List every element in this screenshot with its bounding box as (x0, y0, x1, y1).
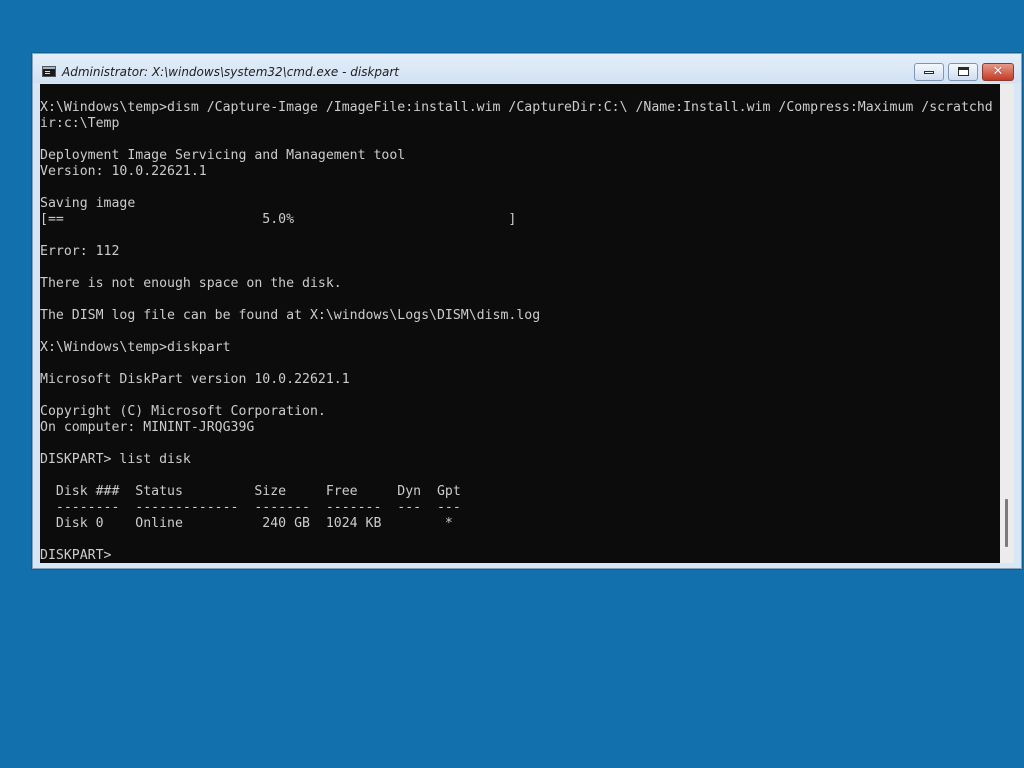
console-line: Version: 10.0.22621.1 (40, 164, 207, 179)
console-text: X:\Windows\temp>dism /Capture-Image /Ima… (40, 100, 993, 563)
maximize-button[interactable] (948, 63, 978, 81)
command-line: DISKPART> list disk (40, 452, 191, 467)
log-path-line: The DISM log file can be found at X:\win… (40, 308, 541, 323)
cmd-icon[interactable] (42, 66, 56, 77)
console-line: Copyright (C) Microsoft Corporation. (40, 404, 326, 419)
close-button[interactable]: ✕ (982, 63, 1014, 81)
disk-table-separator: -------- ------------- ------- ------- -… (40, 500, 461, 515)
error-code-line: Error: 112 (40, 244, 120, 259)
disk-table-row: Disk 0 Online 240 GB 1024 KB * (40, 516, 453, 531)
console-line: Saving image (40, 196, 136, 211)
command-line: X:\Windows\temp>diskpart (40, 340, 231, 355)
console-line: Microsoft DiskPart version 10.0.22621.1 (40, 372, 350, 387)
error-message-line: There is not enough space on the disk. (40, 276, 342, 291)
close-icon: ✕ (992, 64, 1004, 79)
minimize-button[interactable] (914, 63, 944, 81)
scrollbar-thumb[interactable] (1005, 499, 1008, 547)
cmd-window[interactable]: Administrator: X:\windows\system32\cmd.e… (32, 53, 1022, 569)
maximize-icon (958, 67, 969, 76)
console-line: X:\Windows\temp>dism /Capture-Image /Ima… (40, 100, 993, 115)
console-line: Deployment Image Servicing and Managemen… (40, 148, 406, 163)
window-title: Administrator: X:\windows\system32\cmd.e… (62, 65, 400, 79)
console-line: On computer: MININT-JRQG39G (40, 420, 255, 435)
console-line: ir:c:\Temp (40, 116, 120, 131)
title-bar[interactable]: Administrator: X:\windows\system32\cmd.e… (33, 54, 1021, 83)
command-prompt[interactable]: DISKPART> (40, 548, 993, 563)
progress-bar-line: [== 5.0% ] (40, 212, 517, 227)
console-output[interactable]: X:\Windows\temp>dism /Capture-Image /Ima… (40, 84, 1000, 563)
minimize-icon (924, 71, 934, 74)
disk-table-header: Disk ### Status Size Free Dyn Gpt (40, 484, 461, 499)
vertical-scrollbar[interactable] (1000, 84, 1014, 563)
